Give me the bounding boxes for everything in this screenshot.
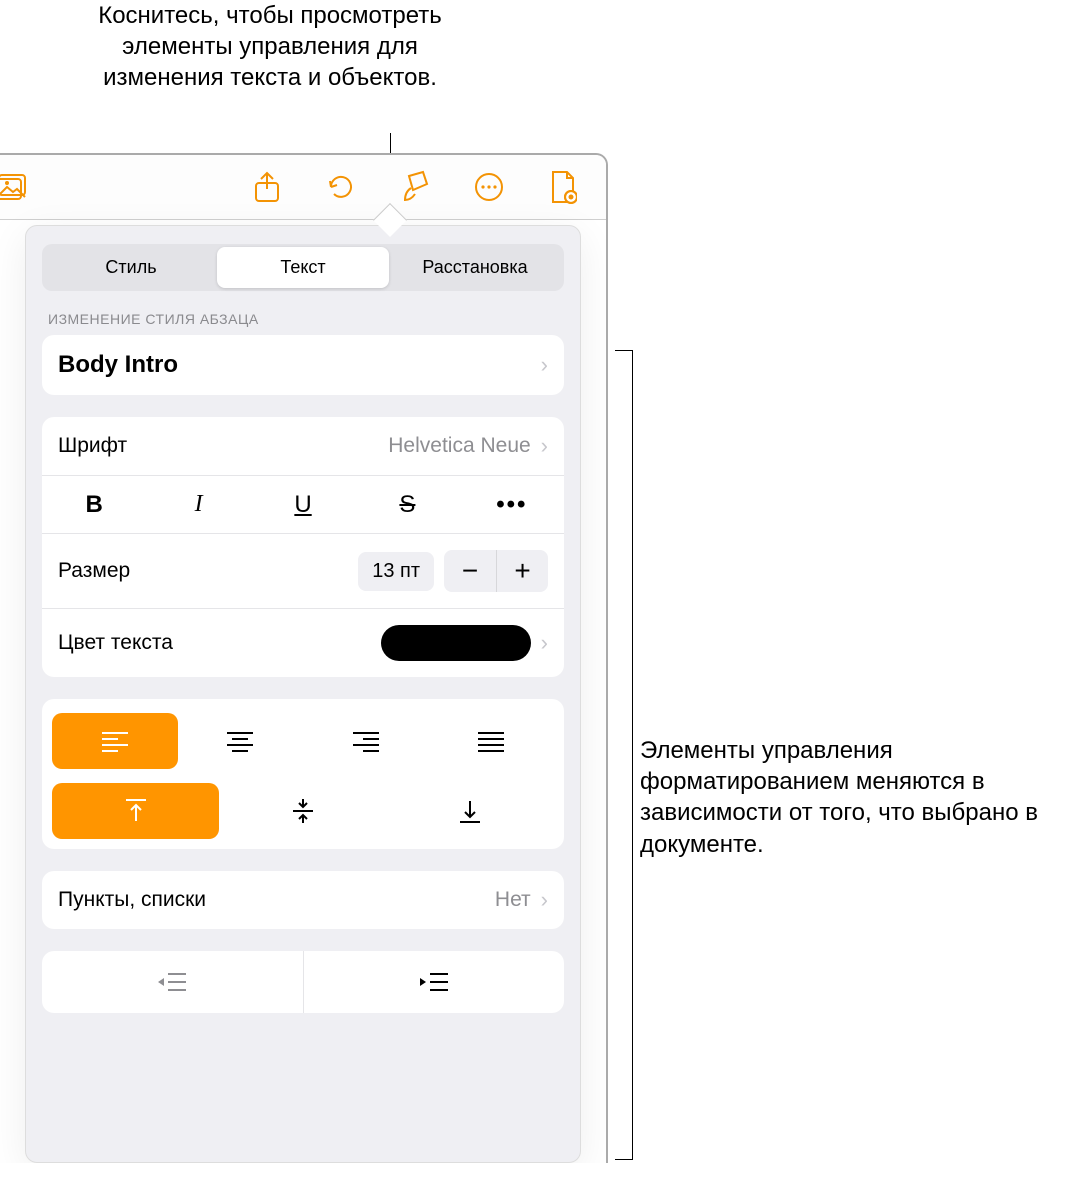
align-center-button[interactable] [178,713,304,769]
bullets-row[interactable]: Пункты, списки Нет › [42,871,564,929]
toolbar [0,155,606,220]
text-color-label: Цвет текста [58,631,173,655]
tab-arrange[interactable]: Расстановка [389,247,561,288]
format-tabs: Стиль Текст Расстановка [42,244,564,291]
callout-right: Элементы управления форматированием меня… [640,735,1060,860]
bold-button[interactable]: B [42,477,146,533]
align-justify-button[interactable] [429,713,555,769]
font-value: Helvetica Neue [388,434,530,458]
chevron-right-icon: › [541,630,548,656]
size-label: Размер [58,559,130,583]
chevron-right-icon: › [541,433,548,459]
size-value[interactable]: 13 пт [358,552,434,591]
media-icon[interactable] [0,169,28,205]
paragraph-style-card: Body Intro › [42,335,564,395]
vertical-align-row [52,783,554,839]
font-label: Шрифт [58,434,127,458]
align-left-button[interactable] [52,713,178,769]
text-style-row: B I U S ••• [42,475,564,533]
format-popover: Стиль Текст Расстановка ИЗМЕНЕНИЕ СТИЛЯ … [25,225,581,1163]
text-color-row[interactable]: Цвет текста › [42,608,564,677]
font-row[interactable]: Шрифт Helvetica Neue › [42,417,564,475]
valign-middle-button[interactable] [219,783,386,839]
tab-text[interactable]: Текст [217,247,389,288]
strikethrough-button[interactable]: S [355,477,459,533]
share-icon[interactable] [249,169,285,205]
more-circle-icon[interactable] [471,169,507,205]
horizontal-align-row [52,713,554,769]
font-card: Шрифт Helvetica Neue › B I U S ••• Разме… [42,417,564,677]
format-brush-icon[interactable] [397,169,433,205]
paragraph-style-value: Body Intro [58,351,178,379]
tab-style[interactable]: Стиль [45,247,217,288]
size-decrease-button[interactable]: − [444,550,496,592]
size-row: Размер 13 пт − + [42,533,564,608]
size-increase-button[interactable]: + [496,550,548,592]
app-window: Стиль Текст Расстановка ИЗМЕНЕНИЕ СТИЛЯ … [0,153,608,1163]
callout-right-bracket [615,350,633,1160]
bullets-label: Пункты, списки [58,888,206,912]
paragraph-style-row[interactable]: Body Intro › [42,335,564,395]
size-stepper: − + [444,550,548,592]
bullets-value: Нет [495,888,531,912]
valign-bottom-button[interactable] [387,783,554,839]
bullets-card: Пункты, списки Нет › [42,871,564,929]
indent-card [42,951,564,1013]
more-text-options-button[interactable]: ••• [460,477,564,533]
outdent-button[interactable] [42,951,303,1013]
underline-button[interactable]: U [251,477,355,533]
align-right-button[interactable] [303,713,429,769]
paragraph-style-header: ИЗМЕНЕНИЕ СТИЛЯ АБЗАЦА [48,311,558,327]
italic-button[interactable]: I [146,477,250,532]
alignment-card [42,699,564,849]
document-icon[interactable] [545,169,581,205]
callout-top: Коснитесь, чтобы просмотреть элементы уп… [80,0,460,94]
valign-top-button[interactable] [52,783,219,839]
text-color-swatch[interactable] [381,625,531,661]
undo-icon[interactable] [323,169,359,205]
chevron-right-icon: › [541,887,548,913]
indent-button[interactable] [303,951,565,1013]
chevron-right-icon: › [541,352,548,378]
